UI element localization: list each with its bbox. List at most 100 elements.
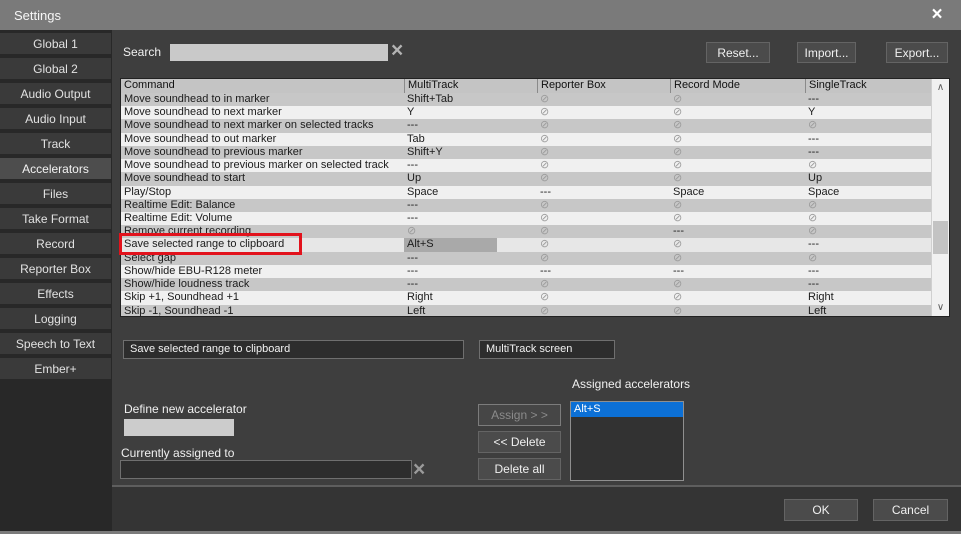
column-header-command[interactable]: Command: [121, 79, 404, 93]
blocked-icon: ⊘: [670, 133, 805, 146]
cell-multitrack: ---: [404, 252, 537, 265]
vertical-scrollbar[interactable]: ∧ ∨: [931, 79, 949, 316]
delete-all-button[interactable]: Delete all: [478, 458, 561, 480]
assigned-accelerators-label: Assigned accelerators: [572, 377, 690, 391]
column-header-record-mode[interactable]: Record Mode: [670, 79, 805, 93]
define-accelerator-input[interactable]: [124, 419, 234, 436]
blocked-icon: ⊘: [404, 225, 537, 238]
close-icon[interactable]: ×: [921, 0, 953, 30]
ok-button[interactable]: OK: [784, 499, 858, 521]
cell-singletrack: ---: [805, 93, 932, 106]
table-row[interactable]: Play/StopSpace---SpaceSpace: [121, 186, 932, 199]
table-row[interactable]: Remove current recording⊘⊘---⊘: [121, 225, 932, 238]
cell-command: Move soundhead to next marker on selecte…: [121, 119, 404, 132]
sidebar-item-track[interactable]: Track: [0, 133, 111, 154]
cell-singletrack: Right: [805, 291, 932, 304]
table-row[interactable]: Move soundhead to out markerTab⊘⊘---: [121, 133, 932, 146]
column-header-multitrack[interactable]: MultiTrack: [404, 79, 537, 93]
sidebar-item-effects[interactable]: Effects: [0, 283, 111, 304]
sidebar-item-global-2[interactable]: Global 2: [0, 58, 111, 79]
cell-multitrack: Right: [404, 291, 537, 304]
currently-assigned-field[interactable]: [120, 460, 412, 479]
sidebar-item-global-1[interactable]: Global 1: [0, 33, 111, 54]
sidebar-item-ember[interactable]: Ember+: [0, 358, 111, 379]
table-row[interactable]: Show/hide EBU-R128 meter------------: [121, 265, 932, 278]
cell-multitrack: Shift+Y: [404, 146, 537, 159]
sidebar-item-reporter-box[interactable]: Reporter Box: [0, 258, 111, 279]
cell-command: Move soundhead to start: [121, 172, 404, 185]
assigned-accelerators-list[interactable]: Alt+S: [570, 401, 684, 481]
cell-multitrack: Up: [404, 172, 537, 185]
assigned-clear-icon[interactable]: ×: [413, 459, 425, 480]
reset-button[interactable]: Reset...: [706, 42, 770, 63]
blocked-icon: ⊘: [670, 305, 805, 317]
cell-singletrack: Up: [805, 172, 932, 185]
sidebar-item-audio-output[interactable]: Audio Output: [0, 83, 111, 104]
table-row[interactable]: Skip -1, Soundhead -1Left⊘⊘Left: [121, 305, 932, 317]
cell-multitrack: Left: [404, 305, 537, 317]
blocked-icon: ⊘: [670, 252, 805, 265]
sidebar-item-logging[interactable]: Logging: [0, 308, 111, 329]
column-header-reporter-box[interactable]: Reporter Box: [537, 79, 670, 93]
blocked-icon: ⊘: [805, 225, 932, 238]
main-panel: Search × Reset... Import... Export... Co…: [112, 30, 961, 487]
sidebar-item-record[interactable]: Record: [0, 233, 111, 254]
assign-button[interactable]: Assign > >: [478, 404, 561, 426]
table-row[interactable]: Move soundhead to in markerShift+Tab⊘⊘--…: [121, 93, 932, 106]
cell-reporter-box: ---: [537, 265, 670, 278]
sidebar-item-accelerators[interactable]: Accelerators: [0, 158, 111, 179]
blocked-icon: ⊘: [537, 133, 670, 146]
cancel-button[interactable]: Cancel: [873, 499, 948, 521]
delete-button[interactable]: << Delete: [478, 431, 561, 453]
table-row[interactable]: Move soundhead to previous marker on sel…: [121, 159, 932, 172]
sidebar: Global 1 Global 2 Audio Output Audio Input T…: [0, 30, 112, 531]
blocked-icon: ⊘: [537, 106, 670, 119]
scroll-down-icon[interactable]: ∨: [932, 300, 949, 315]
import-button[interactable]: Import...: [797, 42, 856, 63]
cell-multitrack: Shift+Tab: [404, 93, 537, 106]
cell-command: Skip +1, Soundhead +1: [121, 291, 404, 304]
export-button[interactable]: Export...: [886, 42, 948, 63]
title-bar: Settings ×: [0, 0, 961, 30]
cell-multitrack: Tab: [404, 133, 537, 146]
table-row[interactable]: Realtime Edit: Balance---⊘⊘⊘: [121, 199, 932, 212]
blocked-icon: ⊘: [537, 225, 670, 238]
sidebar-item-speech-to-text[interactable]: Speech to Text: [0, 333, 111, 354]
blocked-icon: ⊘: [537, 212, 670, 225]
table-row[interactable]: Move soundhead to next markerY⊘⊘Y: [121, 106, 932, 119]
search-clear-icon[interactable]: ×: [391, 40, 403, 61]
blocked-icon: ⊘: [670, 278, 805, 291]
blocked-icon: ⊘: [537, 119, 670, 132]
cell-multitrack: ---: [404, 119, 537, 132]
assigned-accelerator-item[interactable]: Alt+S: [571, 402, 683, 417]
column-header-singletrack[interactable]: SingleTrack: [805, 79, 932, 93]
cell-command: Move soundhead to in marker: [121, 93, 404, 106]
sidebar-item-audio-input[interactable]: Audio Input: [0, 108, 111, 129]
cell-multitrack: ---: [404, 212, 537, 225]
cell-command: Skip -1, Soundhead -1: [121, 305, 404, 317]
cell-record-mode: Space: [670, 186, 805, 199]
screen-field: MultiTrack screen: [479, 340, 615, 359]
scrollbar-thumb[interactable]: [933, 221, 948, 254]
blocked-icon: ⊘: [537, 172, 670, 185]
blocked-icon: ⊘: [537, 93, 670, 106]
table-row[interactable]: Select gap---⊘⊘⊘: [121, 252, 932, 265]
sidebar-item-files[interactable]: Files: [0, 183, 111, 204]
sidebar-item-take-format[interactable]: Take Format: [0, 208, 111, 229]
table-row[interactable]: Show/hide loudness track---⊘⊘---: [121, 278, 932, 291]
table-row[interactable]: Move soundhead to startUp⊘⊘Up: [121, 172, 932, 185]
blocked-icon: ⊘: [670, 172, 805, 185]
cell-command: Move soundhead to out marker: [121, 133, 404, 146]
cell-command: Move soundhead to previous marker: [121, 146, 404, 159]
table-row[interactable]: Realtime Edit: Volume---⊘⊘⊘: [121, 212, 932, 225]
cell-command: Realtime Edit: Balance: [121, 199, 404, 212]
blocked-icon: ⊘: [805, 199, 932, 212]
table-row[interactable]: Save selected range to clipboardAlt+S⊘⊘-…: [121, 238, 932, 251]
table-row[interactable]: Move soundhead to next marker on selecte…: [121, 119, 932, 132]
cell-multitrack: Alt+S: [404, 238, 537, 251]
scroll-up-icon[interactable]: ∧: [932, 80, 949, 95]
table-row[interactable]: Move soundhead to previous markerShift+Y…: [121, 146, 932, 159]
search-input[interactable]: [170, 44, 388, 61]
cell-command: Move soundhead to next marker: [121, 106, 404, 119]
table-row[interactable]: Skip +1, Soundhead +1Right⊘⊘Right: [121, 291, 932, 304]
